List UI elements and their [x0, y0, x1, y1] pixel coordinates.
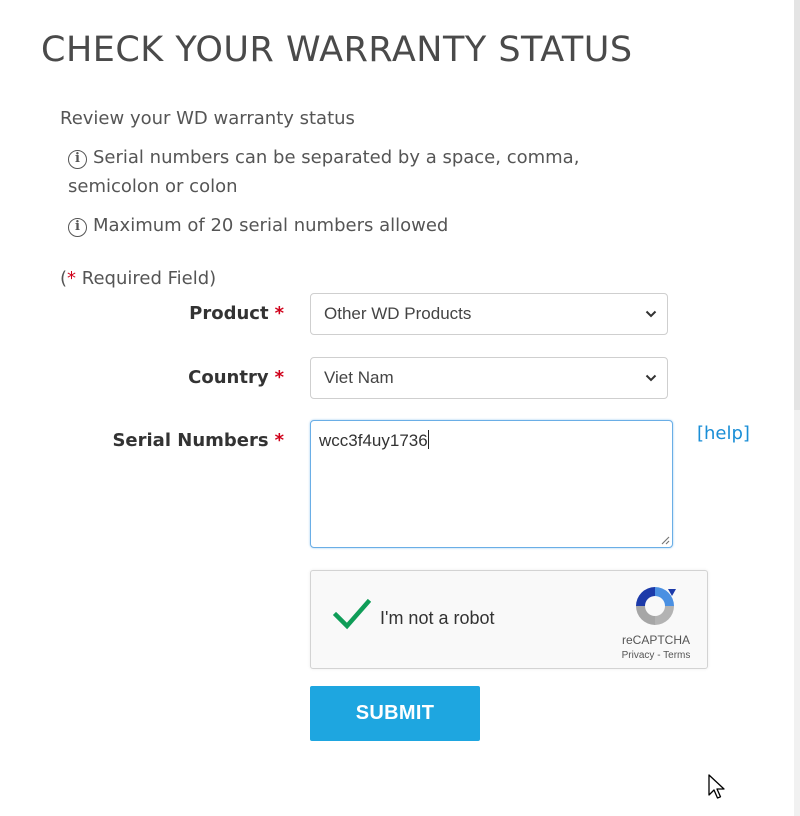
serial-numbers-label-text: Serial Numbers: [112, 430, 269, 451]
note-separators: i Serial numbers can be separated by a sp…: [68, 143, 648, 201]
text-caret: [427, 430, 429, 449]
country-select[interactable]: Viet Nam: [310, 357, 668, 399]
recaptcha-widget: I'm not a robot reCAPTCHA Privacy - Term…: [310, 570, 708, 669]
product-select-value: Other WD Products: [324, 304, 472, 323]
recaptcha-links: Privacy - Terms: [613, 650, 699, 661]
recaptcha-brand: reCAPTCHA: [621, 633, 690, 647]
info-circle-icon: i: [68, 150, 87, 169]
chevron-down-icon: [645, 310, 657, 318]
recaptcha-label: I'm not a robot: [380, 608, 495, 628]
product-label-text: Product: [189, 303, 269, 324]
mouse-pointer-icon: [708, 774, 725, 799]
note-max-serials: i Maximum of 20 serial numbers allowed: [68, 211, 448, 240]
required-star: *: [274, 367, 284, 388]
country-label-text: Country: [188, 367, 269, 388]
note-max-serials-text: Maximum of 20 serial numbers allowed: [93, 215, 449, 236]
privacy-link[interactable]: Privacy: [622, 650, 655, 661]
product-label: Product *: [189, 303, 284, 324]
required-star: *: [274, 430, 284, 451]
country-label: Country *: [188, 367, 284, 388]
resize-grip-icon[interactable]: [660, 535, 670, 545]
scrollbar-track[interactable]: [794, 0, 800, 816]
required-field-note: (* Required Field): [60, 268, 216, 289]
submit-button[interactable]: SUBMIT: [310, 686, 480, 741]
terms-link[interactable]: Terms: [663, 650, 690, 661]
info-circle-icon: i: [68, 218, 87, 237]
country-select-value: Viet Nam: [324, 368, 394, 387]
intro-text: Review your WD warranty status: [60, 108, 355, 129]
product-select[interactable]: Other WD Products: [310, 293, 668, 335]
required-star: *: [274, 303, 284, 324]
checkmark-icon[interactable]: [333, 598, 371, 630]
required-text: Required Field): [76, 268, 217, 289]
links-separator: -: [654, 650, 664, 661]
note-separators-text: Serial numbers can be separated by a spa…: [68, 147, 580, 197]
serial-numbers-value: wcc3f4uy1736: [319, 431, 428, 450]
required-open: (: [60, 268, 68, 289]
serial-numbers-label: Serial Numbers *: [112, 430, 284, 451]
help-link[interactable]: [help]: [697, 423, 750, 444]
chevron-down-icon: [645, 374, 657, 382]
recaptcha-logo-icon: [636, 587, 676, 625]
serial-numbers-textarea[interactable]: wcc3f4uy1736: [310, 420, 673, 548]
page-title: CHECK YOUR WARRANTY STATUS: [41, 30, 633, 70]
required-star: *: [67, 268, 77, 289]
scrollbar-thumb[interactable]: [794, 0, 800, 410]
